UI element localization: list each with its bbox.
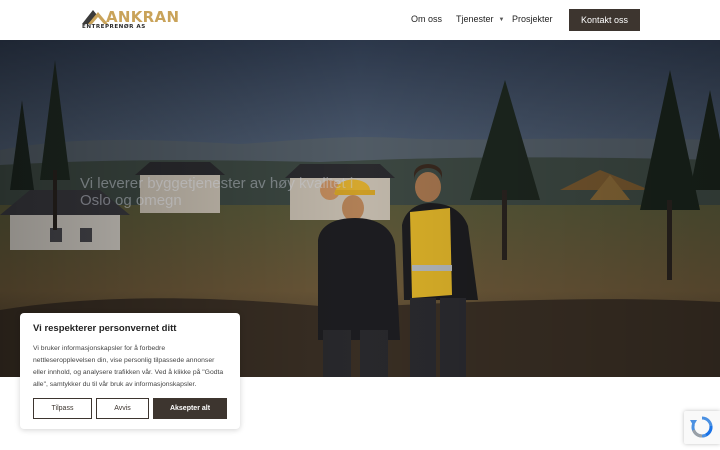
hero-headline: Vi leverer byggetjenester av høy kvalite… — [80, 175, 354, 209]
company-logo[interactable]: ANKRAN ENTREPRENØR AS — [82, 8, 179, 33]
reject-button[interactable]: Avvis — [96, 398, 149, 419]
customize-button[interactable]: Tilpass — [33, 398, 92, 419]
logo-subtitle: ENTREPRENØR AS — [82, 24, 146, 30]
cookie-banner-title: Vi respekterer personvernet ditt — [33, 323, 177, 334]
recaptcha-badge[interactable] — [684, 411, 720, 444]
nav-om-oss[interactable]: Om oss — [411, 14, 442, 24]
site-header: ANKRAN ENTREPRENØR AS Om oss Tjenester ▼ … — [0, 0, 720, 40]
accept-all-button[interactable]: Aksepter alt — [153, 398, 227, 419]
nav-label: Om oss — [411, 14, 443, 24]
contact-button[interactable]: Kontakt oss — [569, 9, 640, 31]
nav-label: Tjenester — [456, 14, 494, 24]
cookie-consent-banner: Vi respekterer personvernet ditt Vi bruk… — [20, 313, 240, 429]
nav-prosjekter[interactable]: Prosjekter — [512, 14, 553, 24]
chevron-down-icon: ▼ — [498, 17, 505, 23]
nav-tjenester[interactable]: Tjenester ▼ — [456, 14, 504, 24]
recaptcha-icon — [690, 416, 713, 438]
nav-label: Prosjekter — [512, 14, 553, 24]
cookie-banner-text: Vi bruker informasjonskapsler for å forb… — [33, 345, 224, 388]
cookie-button-row: Tilpass Avvis Aksepter alt — [33, 398, 227, 419]
